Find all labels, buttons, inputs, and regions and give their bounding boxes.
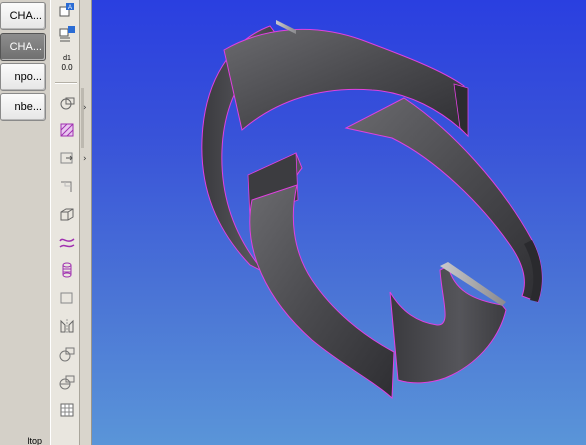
grid-icon[interactable] bbox=[57, 400, 77, 420]
collapse-arrow-icon[interactable]: › bbox=[83, 104, 87, 113]
graphics-viewport[interactable] bbox=[92, 0, 586, 445]
panel-status-text: ltop bbox=[27, 436, 42, 445]
sketch-view-icon[interactable]: A bbox=[57, 1, 77, 21]
tool-strip: A d1 0.0 bbox=[50, 0, 80, 445]
extrude-icon[interactable] bbox=[57, 148, 77, 168]
dimension-value: 0.0 bbox=[61, 62, 73, 72]
browser-panel: CHA... CHA... npo... nbe... ltop bbox=[0, 0, 50, 445]
view-projection-icon[interactable] bbox=[57, 344, 77, 364]
expand-arrow-icon[interactable]: › bbox=[83, 155, 87, 164]
sketch-annotation-icon[interactable] bbox=[57, 24, 77, 44]
sheet-metal-model bbox=[201, 20, 543, 400]
plane-sketch-icon[interactable] bbox=[57, 93, 77, 113]
tool-separator bbox=[55, 82, 77, 83]
svg-text:A: A bbox=[68, 5, 72, 11]
curve-icon[interactable] bbox=[57, 232, 77, 252]
splitter-grip[interactable] bbox=[81, 88, 84, 148]
lower-hook bbox=[389, 265, 507, 384]
panel-splitter[interactable]: › › bbox=[80, 0, 92, 445]
browser-item-3[interactable]: npo... bbox=[0, 63, 46, 91]
browser-item-2[interactable]: CHA... bbox=[0, 33, 46, 61]
dimension-prefix: d1 bbox=[63, 54, 71, 62]
corner-icon[interactable] bbox=[57, 176, 77, 196]
browser-item-4[interactable]: nbe... bbox=[0, 93, 46, 121]
cylinder-icon[interactable] bbox=[57, 260, 77, 280]
hatch-icon[interactable] bbox=[57, 120, 77, 140]
dimension-value-icon[interactable]: d1 0.0 bbox=[57, 52, 77, 74]
lower-sweep bbox=[249, 184, 395, 400]
box-icon[interactable] bbox=[57, 204, 77, 224]
mirror-icon[interactable] bbox=[57, 316, 77, 336]
browser-item-1[interactable]: CHA... bbox=[0, 2, 46, 30]
view-projection-2-icon[interactable] bbox=[57, 372, 77, 392]
rectangle-icon[interactable] bbox=[57, 288, 77, 308]
